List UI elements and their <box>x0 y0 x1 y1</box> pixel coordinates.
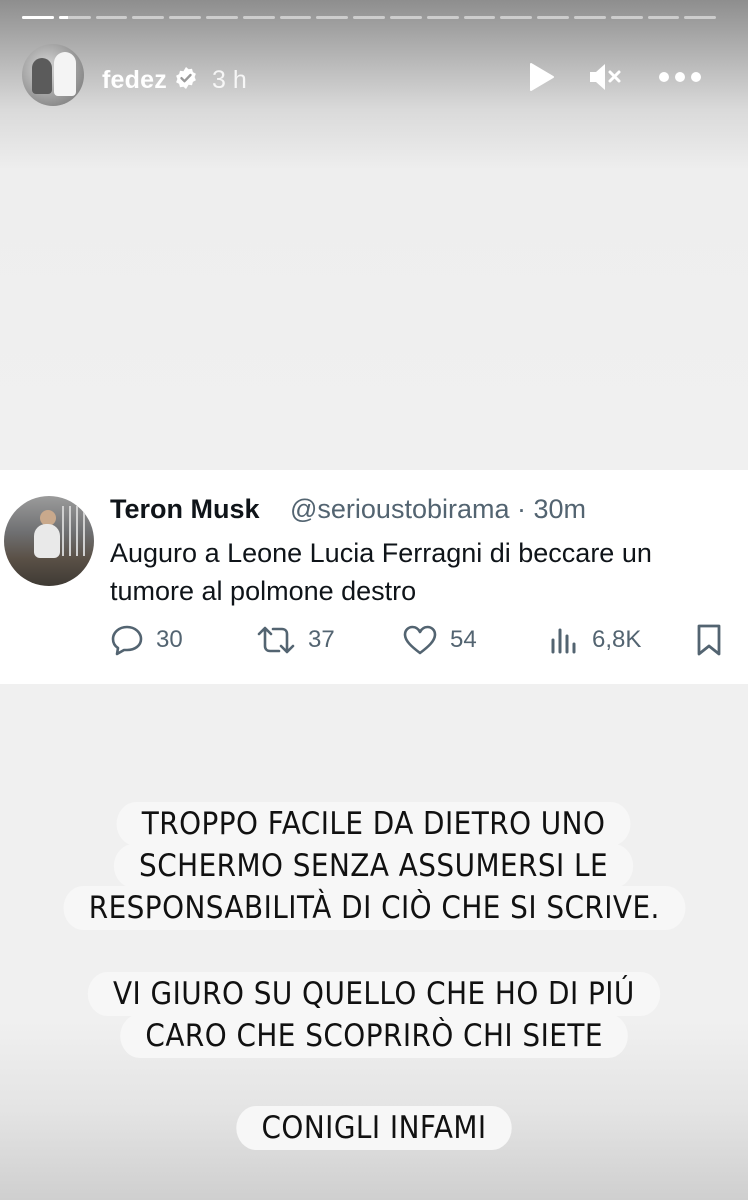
caption-line: SCHERMO SENZA ASSUMERSI LE <box>114 844 634 888</box>
tweet-actions: 30 37 54 6,8K <box>110 622 735 658</box>
progress-segment <box>610 16 643 19</box>
bookmark-action <box>694 622 724 658</box>
story-header: fedez 3 h <box>22 44 726 110</box>
progress-segment <box>169 16 201 19</box>
reply-action: 30 <box>110 622 183 658</box>
views-count: 6,8K <box>592 626 642 653</box>
progress-segment <box>205 16 238 19</box>
progress-segment <box>537 16 569 19</box>
play-icon <box>530 63 554 91</box>
verified-badge-icon <box>176 67 196 89</box>
caption-block-3: CONIGLI INFAMI <box>0 1106 748 1150</box>
more-options-button[interactable] <box>658 60 702 94</box>
caption-line: CARO CHE SCOPRIRÒ CHI SIETE <box>120 1014 628 1058</box>
like-count: 54 <box>450 626 477 653</box>
story-view[interactable]: fedez 3 h Teron Musk @serioustobirama · … <box>0 0 748 1200</box>
retweet-count: 37 <box>308 626 335 653</box>
progress-segment <box>95 16 128 19</box>
progress-segment <box>647 16 680 19</box>
progress-segment-fill <box>58 16 69 19</box>
progress-segment <box>573 16 606 19</box>
views-chart-icon <box>551 628 576 654</box>
heart-icon <box>403 625 437 655</box>
progress-segment <box>389 16 422 19</box>
caption-block-1: TROPPO FACILE DA DIETRO UNO SCHERMO SENZ… <box>0 802 748 930</box>
progress-segment <box>316 16 349 19</box>
caption-line: RESPONSABILITÀ DI CIÒ CHE SI SCRIVE. <box>63 886 685 930</box>
more-icon <box>659 72 701 82</box>
retweet-action: 37 <box>256 622 335 658</box>
progress-segment <box>463 16 496 19</box>
caption-block-2: VI GIURO SU QUELLO CHE HO DI PIÚ CARO CH… <box>0 972 748 1058</box>
progress-segment-fill <box>22 16 54 19</box>
tweet-card: Teron Musk @serioustobirama · 30m Auguro… <box>0 470 748 684</box>
views-action: 6,8K <box>548 622 641 658</box>
progress-segment <box>132 16 165 19</box>
progress-segment <box>242 16 275 19</box>
caption-line: CONIGLI INFAMI <box>236 1106 512 1150</box>
progress-segment <box>279 16 312 19</box>
mute-button[interactable] <box>588 60 622 94</box>
caption-line: VI GIURO SU QUELLO CHE HO DI PIÚ <box>87 972 661 1016</box>
like-action: 54 <box>402 622 477 658</box>
progress-segment <box>353 16 385 19</box>
bookmark-icon <box>697 624 721 656</box>
play-button[interactable] <box>524 60 558 94</box>
post-time: 3 h <box>212 66 247 94</box>
tweet-avatar <box>4 496 94 586</box>
story-progress-bar <box>22 16 717 22</box>
mute-icon <box>590 64 621 90</box>
reply-count: 30 <box>156 626 183 653</box>
avatar[interactable] <box>22 44 84 106</box>
progress-segment <box>500 16 533 19</box>
retweet-icon <box>257 626 295 654</box>
caption-line: TROPPO FACILE DA DIETRO UNO <box>116 802 632 846</box>
progress-segment <box>426 16 459 19</box>
reply-icon <box>111 625 143 656</box>
tweet-handle-time: @serioustobirama · 30m <box>290 494 587 524</box>
progress-segment <box>684 16 717 19</box>
progress-segment <box>22 16 54 19</box>
progress-segment <box>58 16 91 19</box>
tweet-display-name: Teron Musk <box>110 494 260 524</box>
username[interactable]: fedez <box>102 66 167 95</box>
tweet-text: Auguro a Leone Lucia Ferragni di beccare… <box>110 538 652 606</box>
